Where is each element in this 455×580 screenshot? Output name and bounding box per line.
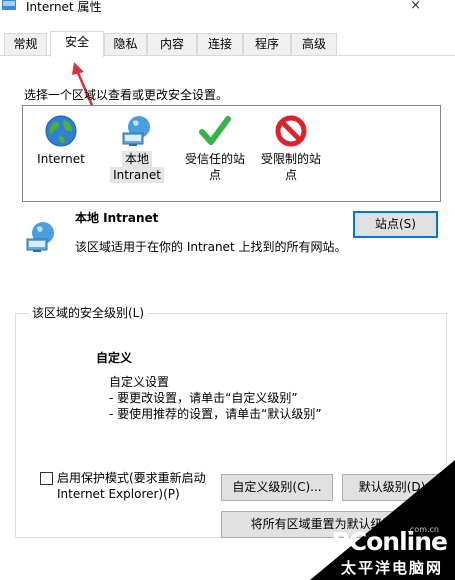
zone-restricted-sites[interactable]: 受限制的站 点: [253, 114, 329, 183]
security-level-legend: 该区域的安全级别(L): [29, 304, 148, 321]
close-icon[interactable]: ×: [410, 0, 421, 13]
internet-options-icon: [2, 0, 16, 10]
custom-setting-line: 自定义设置: [109, 375, 170, 389]
tab-content[interactable]: 内容: [147, 33, 197, 56]
zone-label-line1: 受信任的站: [184, 152, 245, 166]
zone-label: Internet: [37, 152, 85, 166]
zone-label-line2: Intranet: [110, 167, 164, 183]
zone-label-line1: 受限制的站: [260, 152, 321, 166]
protected-mode-label-line2: Internet Explorer)(P): [57, 487, 180, 501]
tab-privacy[interactable]: 隐私: [104, 33, 147, 56]
intranet-globe-icon: [26, 222, 54, 252]
watermark-subtitle: 太平洋电脑网: [340, 559, 443, 577]
tab-advanced[interactable]: 高级: [291, 33, 337, 56]
protected-mode-checkbox[interactable]: [40, 472, 53, 485]
restricted-icon: [275, 115, 307, 147]
zone-label-line1: 本地: [121, 151, 152, 167]
tab-programs[interactable]: 程序: [243, 33, 291, 56]
tab-security[interactable]: 安全: [50, 31, 104, 57]
tab-connections[interactable]: 连接: [197, 33, 243, 56]
pconline-watermark: .com.cn PConline 太平洋电脑网: [310, 460, 455, 580]
tab-bar: 常规 安全 隐私 内容 连接 程序 高级: [0, 31, 455, 57]
zone-label-line2: 点: [208, 168, 221, 182]
watermark-brand: PConline: [331, 527, 448, 556]
custom-setting-line: - 要更改设置，请单击“自定义级别”: [109, 391, 298, 405]
sites-button[interactable]: 站点(S): [353, 211, 438, 238]
custom-level-title: 自定义: [96, 351, 133, 365]
zone-trusted-sites[interactable]: 受信任的站 点: [177, 114, 253, 183]
zone-label-line2: 点: [284, 168, 297, 182]
zone-instructions: 选择一个区域以查看或更改安全设置。: [24, 88, 229, 102]
custom-setting-line: - 要使用推荐的设置，请单击“默认级别”: [109, 407, 322, 421]
window-title: Internet 属性: [26, 0, 102, 14]
zone-internet[interactable]: Internet: [36, 114, 86, 167]
tab-general[interactable]: 常规: [4, 33, 47, 56]
intranet-globe-icon: [122, 116, 150, 146]
checkmark-icon: [199, 116, 231, 145]
selected-zone-title: 本地 Intranet: [75, 211, 159, 225]
globe-icon: [45, 115, 77, 147]
title-bar: Internet 属性 ×: [0, 0, 455, 22]
selected-zone-description: 该区域适用于在你的 Intranet 上找到的所有网站。: [75, 240, 347, 254]
zone-local-intranet[interactable]: 本地 Intranet: [109, 114, 165, 183]
zone-list[interactable]: Internet 本地 Intranet 受信任的站 点 受限制的站 点: [22, 105, 441, 202]
protected-mode-label: 启用保护模式(要求重新启动: [57, 471, 206, 485]
